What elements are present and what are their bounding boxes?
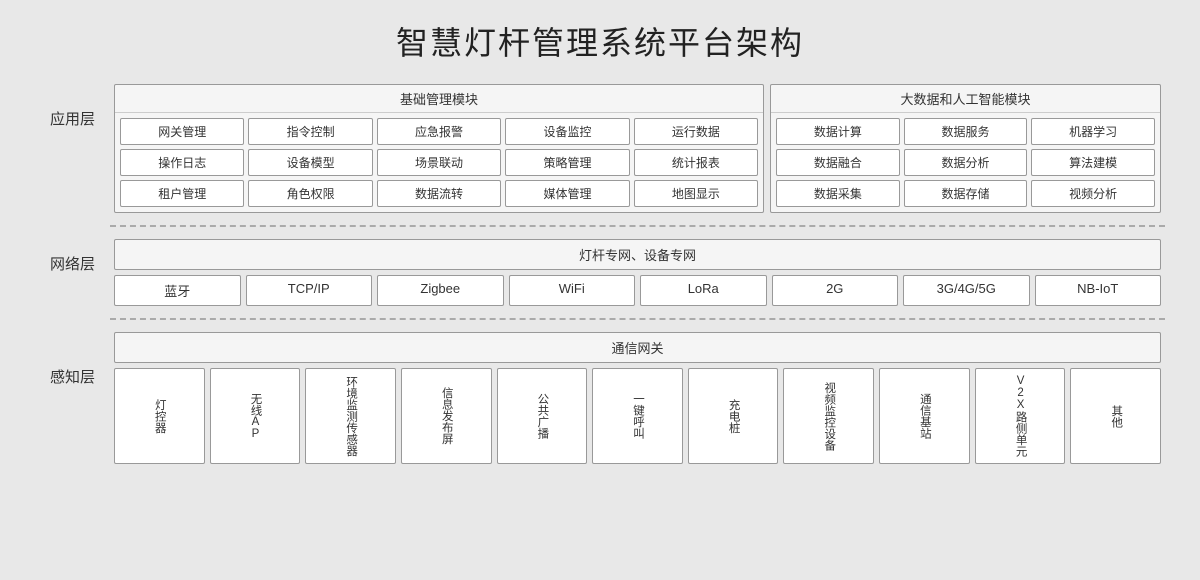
basic-module: 基础管理模块 网关管理指令控制应急报警设备监控运行数据操作日志设备模型场景联动策… xyxy=(114,84,764,213)
network-cell: TCP/IP xyxy=(246,275,373,306)
network-cell: LoRa xyxy=(640,275,767,306)
perception-cell: 其他 xyxy=(1070,368,1161,464)
bigdata-module-cell: 数据服务 xyxy=(904,118,1028,145)
basic-module-header: 基础管理模块 xyxy=(115,85,763,113)
bigdata-module-header: 大数据和人工智能模块 xyxy=(771,85,1160,113)
perception-cell: 通信基站 xyxy=(879,368,970,464)
perception-cell: V2X路侧单元 xyxy=(975,368,1066,464)
basic-module-cell: 应急报警 xyxy=(377,118,501,145)
perception-items: 灯控器无线AP环境监测传感器信息发布屏公共广播一键呼叫充电桩视频监控设备通信基站… xyxy=(114,368,1161,464)
network-cell: 3G/4G/5G xyxy=(903,275,1030,306)
network-cell: 2G xyxy=(772,275,899,306)
bigdata-module-cell: 数据存储 xyxy=(904,180,1028,207)
network-layer-label: 网络层 xyxy=(35,233,110,274)
perception-cell: 环境监测传感器 xyxy=(305,368,396,464)
perception-cell: 信息发布屏 xyxy=(401,368,492,464)
divider-2 xyxy=(110,318,1165,320)
architecture: 应用层 基础管理模块 网关管理指令控制应急报警设备监控运行数据操作日志设备模型场… xyxy=(35,78,1165,470)
basic-module-cell: 设备监控 xyxy=(505,118,629,145)
bigdata-module-cell: 数据分析 xyxy=(904,149,1028,176)
network-cell: NB-IoT xyxy=(1035,275,1162,306)
divider-1 xyxy=(110,225,1165,227)
basic-module-cell: 指令控制 xyxy=(248,118,372,145)
network-items: 蓝牙TCP/IPZigbeeWiFiLoRa2G3G/4G/5GNB-IoT xyxy=(114,275,1161,306)
perception-cell: 无线AP xyxy=(210,368,301,464)
perception-cell: 一键呼叫 xyxy=(592,368,683,464)
page-title: 智慧灯杆管理系统平台架构 xyxy=(396,0,804,78)
basic-module-cell: 统计报表 xyxy=(634,149,758,176)
bigdata-module: 大数据和人工智能模块 数据计算数据服务机器学习数据融合数据分析算法建模数据采集数… xyxy=(770,84,1161,213)
application-layer-label: 应用层 xyxy=(35,78,110,129)
basic-module-cell: 场景联动 xyxy=(377,149,501,176)
bigdata-module-cell: 数据采集 xyxy=(776,180,900,207)
basic-module-body: 网关管理指令控制应急报警设备监控运行数据操作日志设备模型场景联动策略管理统计报表… xyxy=(115,113,763,212)
perception-cell: 灯控器 xyxy=(114,368,205,464)
bigdata-module-cell: 数据计算 xyxy=(776,118,900,145)
perception-cell: 充电桩 xyxy=(688,368,779,464)
basic-module-cell: 设备模型 xyxy=(248,149,372,176)
network-cell: 蓝牙 xyxy=(114,275,241,306)
perception-layer-label: 感知层 xyxy=(35,326,110,387)
network-layer: 网络层 灯杆专网、设备专网 蓝牙TCP/IPZigbeeWiFiLoRa2G3G… xyxy=(35,233,1165,312)
network-cell: WiFi xyxy=(509,275,636,306)
basic-module-cell: 数据流转 xyxy=(377,180,501,207)
perception-layer: 感知层 通信网关 灯控器无线AP环境监测传感器信息发布屏公共广播一键呼叫充电桩视… xyxy=(35,326,1165,470)
basic-module-cell: 策略管理 xyxy=(505,149,629,176)
bigdata-module-cell: 算法建模 xyxy=(1031,149,1155,176)
perception-main-box: 通信网关 xyxy=(114,332,1161,363)
perception-cell: 视频监控设备 xyxy=(783,368,874,464)
basic-module-cell: 运行数据 xyxy=(634,118,758,145)
network-layer-content: 灯杆专网、设备专网 蓝牙TCP/IPZigbeeWiFiLoRa2G3G/4G/… xyxy=(110,233,1165,312)
application-layer-content: 基础管理模块 网关管理指令控制应急报警设备监控运行数据操作日志设备模型场景联动策… xyxy=(110,78,1165,219)
application-layer: 应用层 基础管理模块 网关管理指令控制应急报警设备监控运行数据操作日志设备模型场… xyxy=(35,78,1165,219)
bigdata-module-cell: 数据融合 xyxy=(776,149,900,176)
bigdata-module-cell: 机器学习 xyxy=(1031,118,1155,145)
bigdata-module-cell: 视频分析 xyxy=(1031,180,1155,207)
perception-cell: 公共广播 xyxy=(497,368,588,464)
network-cell: Zigbee xyxy=(377,275,504,306)
basic-module-cell: 网关管理 xyxy=(120,118,244,145)
basic-module-cell: 角色权限 xyxy=(248,180,372,207)
basic-module-cell: 媒体管理 xyxy=(505,180,629,207)
perception-layer-content: 通信网关 灯控器无线AP环境监测传感器信息发布屏公共广播一键呼叫充电桩视频监控设… xyxy=(110,326,1165,470)
network-main-box: 灯杆专网、设备专网 xyxy=(114,239,1161,270)
basic-module-cell: 地图显示 xyxy=(634,180,758,207)
basic-module-cell: 租户管理 xyxy=(120,180,244,207)
basic-module-cell: 操作日志 xyxy=(120,149,244,176)
bigdata-module-body: 数据计算数据服务机器学习数据融合数据分析算法建模数据采集数据存储视频分析 xyxy=(771,113,1160,212)
